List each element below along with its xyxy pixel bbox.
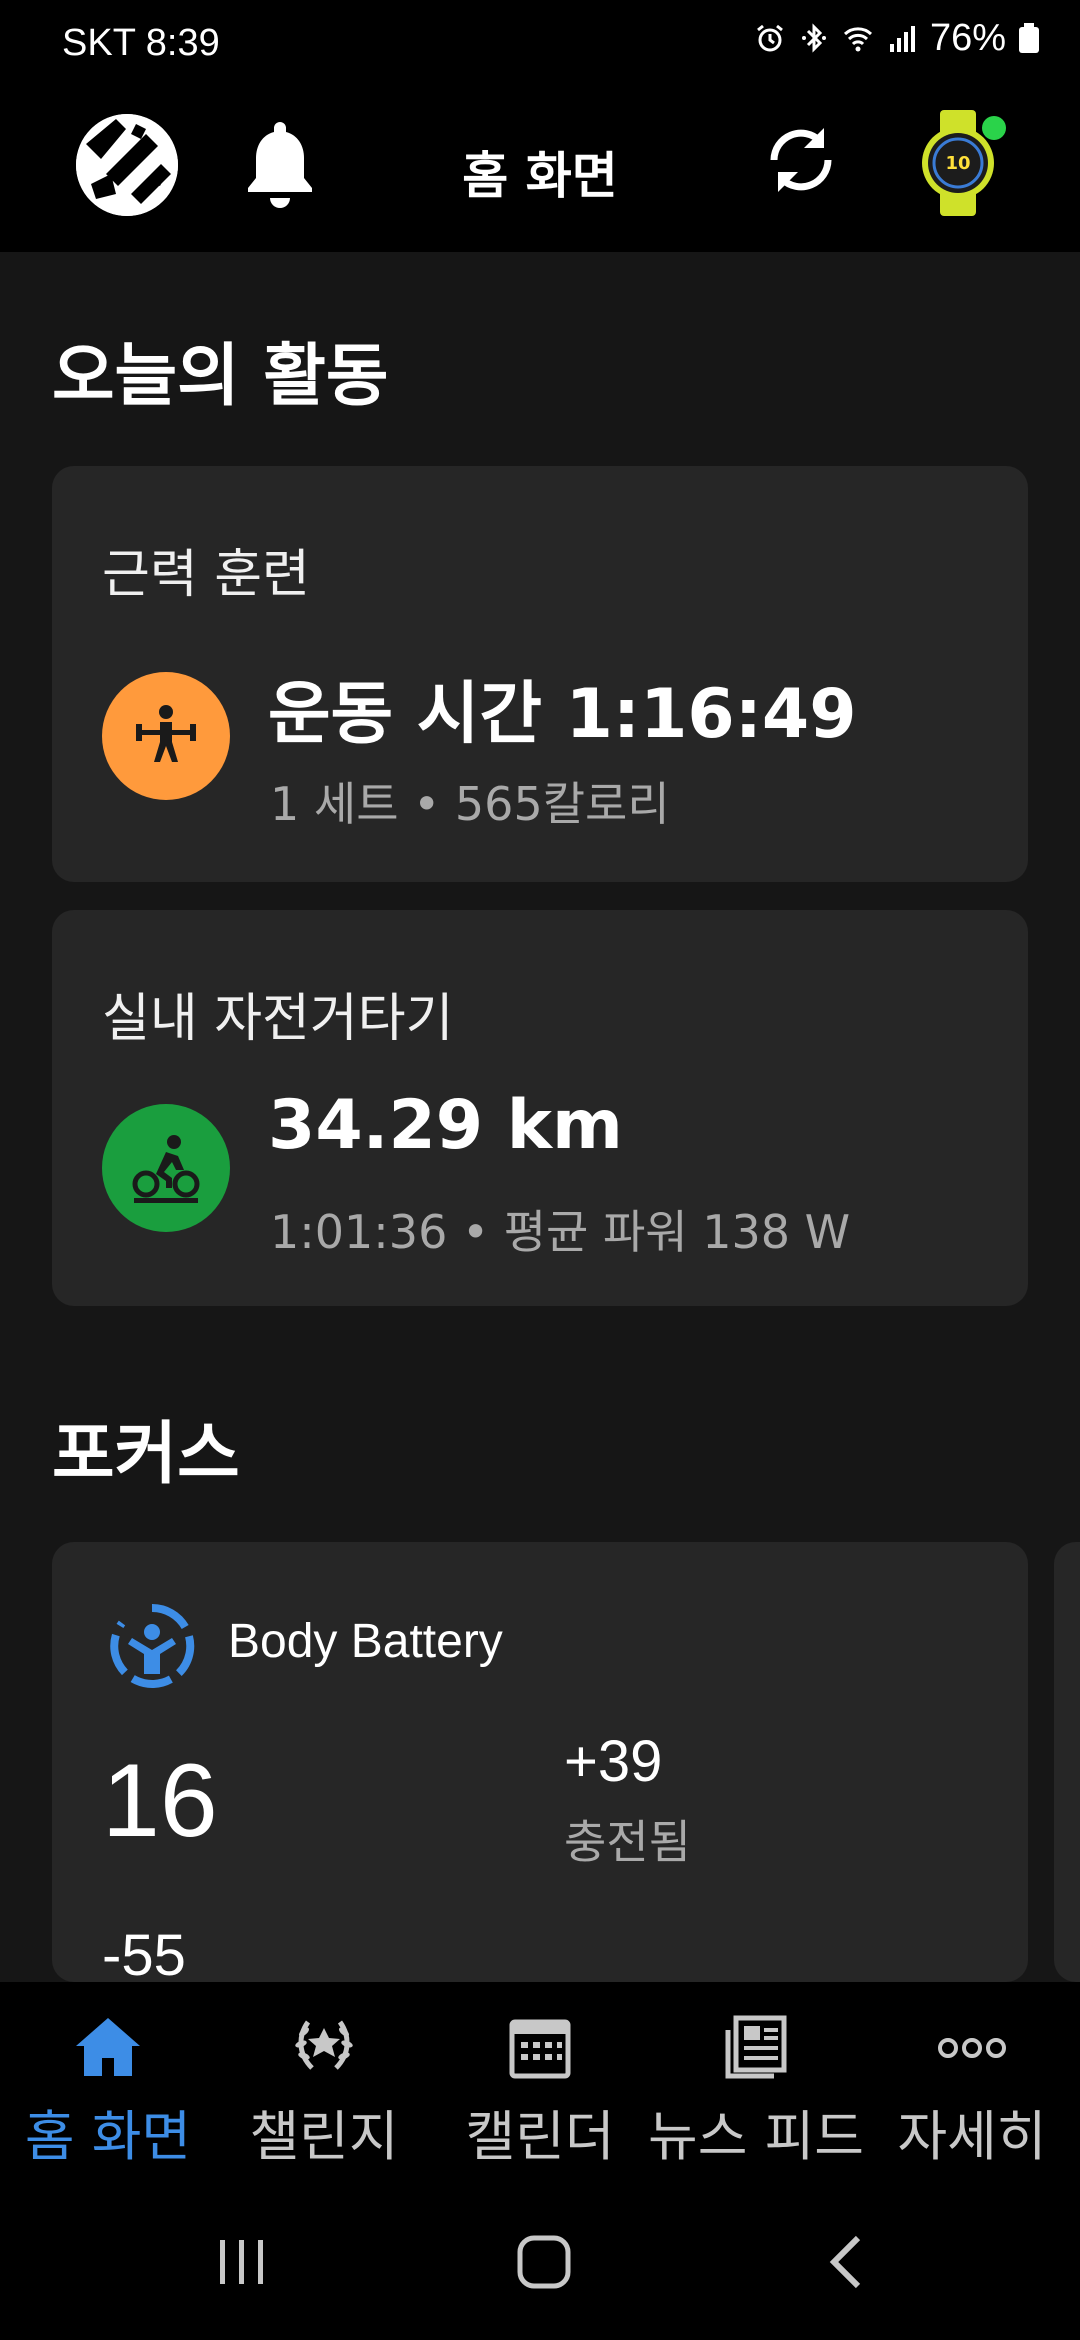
- device-status-dot: [982, 116, 1006, 140]
- bottom-nav: 홈 화면 챌린지 캘린더 뉴스 피드 자세히: [0, 1982, 1080, 2182]
- body-battery-card[interactable]: Body Battery 16 +39 충전됨 -55: [52, 1542, 1028, 1988]
- nav-label: 자세히: [897, 2105, 1047, 2168]
- more-icon: [938, 2038, 1006, 2058]
- home-icon: [76, 2018, 140, 2076]
- svg-text:10: 10: [945, 153, 970, 174]
- sync-icon[interactable]: [762, 112, 840, 208]
- activity-card-strength[interactable]: 근력 훈련 운동 시간 1:16:49 1 세트 • 565칼로리: [52, 466, 1028, 882]
- activity-label: 실내 자전거타기: [102, 989, 454, 1049]
- nav-label: 뉴스 피드: [648, 2105, 864, 2168]
- back-icon[interactable]: [812, 2226, 884, 2298]
- nav-item-challenges[interactable]: 챌린지: [216, 1982, 432, 2182]
- body-battery-drained: -55: [102, 1923, 186, 1988]
- activity-duration: 운동 시간 1:16:49: [268, 675, 857, 754]
- nav-label: 캘린더: [465, 2105, 615, 2168]
- battery-percent: 76%: [929, 16, 1006, 59]
- activity-card-cycling[interactable]: 실내 자전거타기 34.29 km 1:01:36 • 평균 파워 138 W: [52, 910, 1028, 1306]
- body-battery-icon: [110, 1603, 195, 1688]
- focus-section-title: 포커스: [52, 1415, 240, 1494]
- body-battery-charged-label: 충전됨: [564, 1815, 691, 1869]
- laurel-icon: [295, 2020, 353, 2070]
- recent-apps-icon[interactable]: [206, 2226, 278, 2298]
- battery-icon: [1019, 23, 1039, 53]
- status-bar: SKT 8:39 76%: [0, 0, 1080, 74]
- indoor-cycling-icon: [102, 1104, 230, 1232]
- bluetooth-icon: [801, 23, 826, 53]
- next-focus-card[interactable]: [1054, 1542, 1080, 1982]
- newsfeed-icon: [725, 2015, 787, 2079]
- activity-label: 근력 훈련: [102, 545, 310, 605]
- activity-details: 1:01:36 • 평균 파워 138 W: [270, 1205, 851, 1259]
- signal-icon: [889, 26, 915, 52]
- body-battery-value: 16: [102, 1743, 218, 1859]
- wifi-icon: [843, 27, 872, 52]
- home-button-icon[interactable]: [508, 2226, 580, 2298]
- carrier-time: SKT 8:39: [62, 22, 220, 64]
- alarm-icon: [757, 24, 783, 52]
- calendar-icon: [509, 2019, 571, 2079]
- activity-distance: 34.29 km: [268, 1086, 623, 1165]
- system-nav-bar: [0, 2182, 1080, 2340]
- body-battery-label: Body Battery: [228, 1615, 503, 1668]
- app-header: 홈 화면 10: [0, 74, 1080, 252]
- nav-item-calendar[interactable]: 캘린더: [432, 1982, 648, 2182]
- nav-item-home[interactable]: 홈 화면: [0, 1982, 216, 2182]
- weightlifting-icon: [102, 672, 230, 800]
- nav-item-more[interactable]: 자세히: [864, 1982, 1080, 2182]
- nav-item-newsfeed[interactable]: 뉴스 피드: [648, 1982, 864, 2182]
- today-section-title: 오늘의 활동: [52, 337, 389, 416]
- status-icons: 76%: [754, 16, 1040, 59]
- activity-details: 1 세트 • 565칼로리: [270, 777, 670, 831]
- nav-label: 챌린지: [249, 2105, 399, 2168]
- nav-label: 홈 화면: [24, 2105, 192, 2168]
- body-battery-charged: +39: [564, 1729, 663, 1794]
